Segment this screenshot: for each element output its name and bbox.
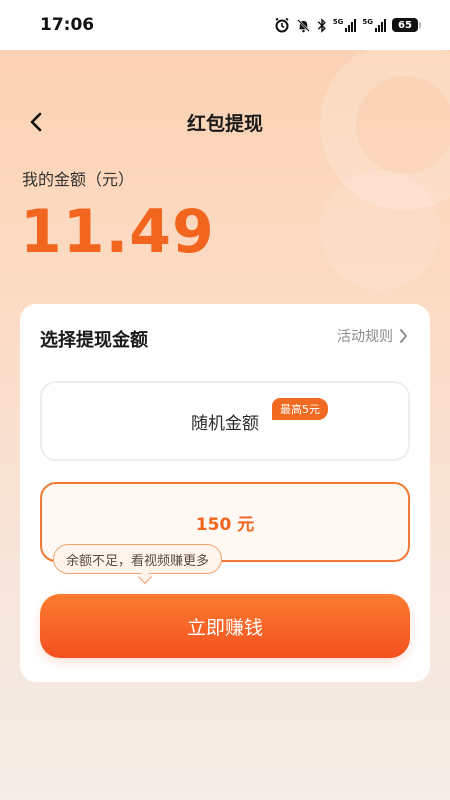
alarm-icon bbox=[275, 17, 289, 33]
chevron-right-icon bbox=[400, 329, 408, 343]
option-label: 随机金额 bbox=[191, 413, 259, 434]
battery-level: 65 bbox=[398, 19, 412, 31]
rules-label: 活动规则 bbox=[337, 329, 393, 345]
decorative-circle bbox=[320, 170, 440, 290]
activity-rules-link[interactable]: 活动规则 bbox=[337, 326, 408, 346]
status-icons: 5G 5G 65 bbox=[274, 17, 421, 33]
signal-icon-2: 5G bbox=[362, 18, 386, 32]
earn-now-button[interactable]: 立即赚钱 bbox=[40, 594, 410, 658]
status-bar: 17:06 5G 5G 65 bbox=[0, 0, 450, 50]
signal-label: 5G bbox=[332, 18, 344, 26]
chevron-left-icon bbox=[30, 112, 42, 132]
back-button[interactable] bbox=[22, 108, 50, 136]
status-time: 17:06 bbox=[40, 15, 95, 35]
mute-bell-icon bbox=[296, 18, 310, 32]
option-label: 150 元 bbox=[195, 514, 255, 535]
navigation-bar: 红包提现 bbox=[0, 100, 450, 144]
signal-label-2: 5G bbox=[362, 18, 373, 26]
option-random-amount[interactable]: 随机金额 bbox=[40, 381, 410, 461]
balance-label: 我的金额（元） bbox=[22, 170, 135, 189]
withdraw-card: 选择提现金额 活动规则 随机金额 最高5元 150 元 余额不足，看视频赚更多 … bbox=[20, 304, 430, 682]
bluetooth-icon bbox=[317, 17, 326, 33]
card-title: 选择提现金额 bbox=[40, 330, 148, 351]
battery-icon: 65 bbox=[392, 18, 421, 32]
signal-icon: 5G bbox=[333, 18, 357, 32]
page-title: 红包提现 bbox=[186, 112, 263, 135]
balance-amount: 11.49 bbox=[20, 197, 215, 267]
max-badge: 最高5元 bbox=[272, 398, 328, 420]
insufficient-balance-tooltip: 余额不足，看视频赚更多 bbox=[53, 544, 223, 574]
